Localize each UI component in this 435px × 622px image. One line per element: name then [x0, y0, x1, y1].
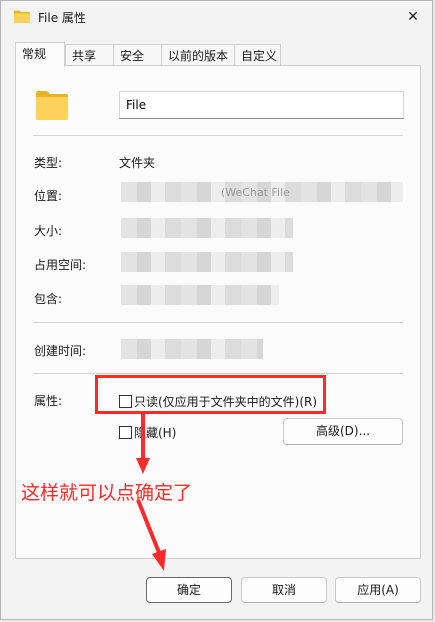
arrow-icon [136, 414, 166, 571]
tab-general[interactable]: 常规 [15, 42, 65, 67]
